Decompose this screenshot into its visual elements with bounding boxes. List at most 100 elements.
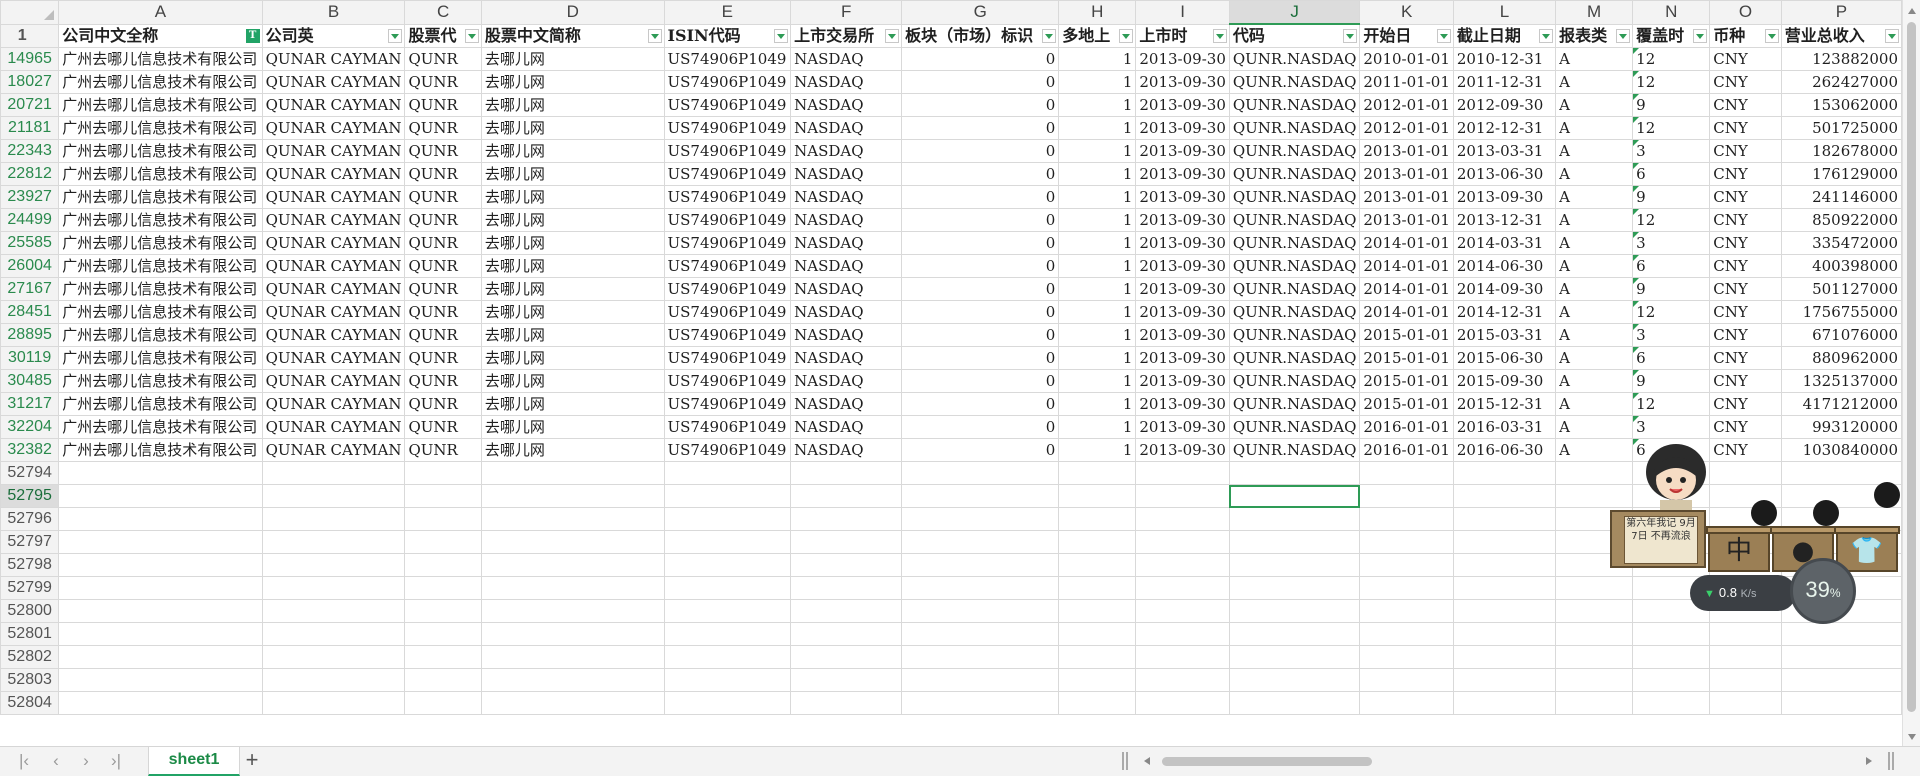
filter-dropdown-icon[interactable] (388, 28, 403, 43)
filter-dropdown-icon[interactable] (464, 28, 479, 43)
table-cell[interactable]: 1756755000 (1780, 300, 1902, 324)
table-cell[interactable]: 去哪儿网 (480, 254, 665, 278)
table-cell[interactable]: 2016-01-01 (1359, 415, 1454, 439)
table-cell[interactable]: 9 (1632, 93, 1711, 117)
table-cell[interactable]: 0 (901, 116, 1060, 140)
empty-cell[interactable] (1228, 645, 1361, 669)
filter-dropdown-icon[interactable] (1616, 28, 1631, 43)
empty-cell[interactable] (404, 507, 482, 531)
column-header-d[interactable]: D (480, 0, 665, 25)
row-number[interactable]: 52798 (0, 553, 60, 577)
table-cell[interactable]: 1 (1058, 93, 1137, 117)
header-cell[interactable]: 上市时 (1135, 23, 1230, 48)
empty-cell[interactable] (480, 691, 665, 715)
cpu-usage-ball[interactable]: 39% (1790, 558, 1856, 624)
column-header-n[interactable]: N (1632, 0, 1711, 25)
empty-cell[interactable] (1555, 622, 1634, 646)
table-cell[interactable]: NASDAQ (790, 300, 903, 324)
right-split-handle[interactable] (1888, 752, 1894, 770)
row-number[interactable]: 28895 (0, 323, 60, 347)
next-sheet-icon[interactable]: › (76, 752, 96, 770)
header-cell[interactable]: 股票中文简称 (480, 23, 665, 48)
table-cell[interactable]: 1 (1058, 47, 1137, 71)
table-cell[interactable]: QUNAR CAYMAN (261, 185, 406, 209)
empty-cell[interactable] (404, 668, 482, 692)
empty-cell[interactable] (58, 507, 263, 531)
empty-cell[interactable] (1228, 576, 1361, 600)
table-cell[interactable]: 0 (901, 93, 1060, 117)
table-cell[interactable]: CNY (1709, 392, 1782, 416)
spreadsheet-grid[interactable]: ABCDEFGHIJKLMNOP 1 公司中文全称 T 公司英 股票代 股票中文简称 ISI… (0, 0, 1902, 746)
table-cell[interactable]: 2012-12-31 (1452, 116, 1557, 140)
table-cell[interactable]: QUNR.NASDAQ (1228, 208, 1361, 232)
filter-dropdown-icon[interactable] (1119, 28, 1134, 43)
table-cell[interactable]: 400398000 (1780, 254, 1902, 278)
header-cell[interactable]: 代码 (1228, 23, 1361, 48)
empty-cell[interactable] (1359, 599, 1454, 623)
filter-dropdown-icon[interactable] (774, 28, 789, 43)
empty-cell[interactable] (1452, 691, 1557, 715)
empty-cell[interactable] (404, 622, 482, 646)
table-cell[interactable]: A (1555, 300, 1634, 324)
table-cell[interactable]: 3 (1632, 139, 1711, 163)
scroll-up-icon[interactable] (1908, 8, 1916, 14)
table-cell[interactable]: NASDAQ (790, 277, 903, 301)
empty-cell[interactable] (1135, 668, 1230, 692)
filter-active-icon[interactable]: T (245, 28, 260, 43)
table-cell[interactable]: A (1555, 93, 1634, 117)
empty-cell[interactable] (261, 530, 406, 554)
table-cell[interactable]: 2013-09-30 (1135, 162, 1230, 186)
table-cell[interactable]: QUNAR CAYMAN (261, 162, 406, 186)
empty-cell[interactable] (1228, 599, 1361, 623)
table-cell[interactable]: 880962000 (1780, 346, 1902, 370)
table-cell[interactable]: US74906P1049 (663, 70, 792, 94)
filter-dropdown-icon[interactable] (1764, 28, 1779, 43)
table-cell[interactable]: US74906P1049 (663, 47, 792, 71)
table-cell[interactable]: 993120000 (1780, 415, 1902, 439)
empty-cell[interactable] (480, 530, 665, 554)
empty-cell[interactable] (1058, 484, 1137, 508)
column-header-o[interactable]: O (1709, 0, 1782, 25)
table-cell[interactable]: 1 (1058, 208, 1137, 232)
empty-cell[interactable] (790, 668, 903, 692)
header-cell[interactable]: 股票代 (404, 23, 482, 48)
empty-cell[interactable] (1632, 645, 1711, 669)
table-cell[interactable]: A (1555, 185, 1634, 209)
table-cell[interactable]: 去哪儿网 (480, 369, 665, 393)
table-cell[interactable]: QUNR (404, 300, 482, 324)
empty-cell[interactable] (790, 461, 903, 485)
table-cell[interactable]: NASDAQ (790, 438, 903, 462)
table-cell[interactable]: 4171212000 (1780, 392, 1902, 416)
row-number[interactable]: 20721 (0, 93, 60, 117)
table-cell[interactable]: 2015-12-31 (1452, 392, 1557, 416)
table-cell[interactable]: 广州去哪儿信息技术有限公司 (58, 346, 263, 370)
table-cell[interactable]: QUNR (404, 185, 482, 209)
table-cell[interactable]: NASDAQ (790, 392, 903, 416)
table-cell[interactable]: 6 (1632, 346, 1711, 370)
filter-dropdown-icon[interactable] (1042, 28, 1057, 43)
header-cell[interactable]: 公司中文全称 T (58, 23, 263, 48)
table-cell[interactable]: 2013-09-30 (1135, 300, 1230, 324)
column-header-m[interactable]: M (1555, 0, 1634, 25)
table-cell[interactable]: 2013-09-30 (1135, 47, 1230, 71)
empty-cell[interactable] (663, 553, 792, 577)
empty-cell[interactable] (901, 507, 1060, 531)
table-cell[interactable]: QUNR.NASDAQ (1228, 254, 1361, 278)
table-cell[interactable]: NASDAQ (790, 415, 903, 439)
table-cell[interactable]: QUNR.NASDAQ (1228, 139, 1361, 163)
table-cell[interactable]: A (1555, 415, 1634, 439)
table-cell[interactable]: 12 (1632, 116, 1711, 140)
table-cell[interactable]: US74906P1049 (663, 346, 792, 370)
empty-cell[interactable] (901, 691, 1060, 715)
empty-cell[interactable] (1359, 507, 1454, 531)
table-cell[interactable]: QUNR.NASDAQ (1228, 185, 1361, 209)
table-cell[interactable]: 2013-09-30 (1135, 70, 1230, 94)
empty-cell[interactable] (480, 599, 665, 623)
table-cell[interactable]: QUNR (404, 346, 482, 370)
row-number[interactable]: 27167 (0, 277, 60, 301)
table-cell[interactable]: NASDAQ (790, 323, 903, 347)
table-cell[interactable]: QUNR.NASDAQ (1228, 392, 1361, 416)
table-cell[interactable]: 2013-12-31 (1452, 208, 1557, 232)
table-cell[interactable]: 2013-09-30 (1135, 116, 1230, 140)
table-cell[interactable]: QUNR.NASDAQ (1228, 300, 1361, 324)
